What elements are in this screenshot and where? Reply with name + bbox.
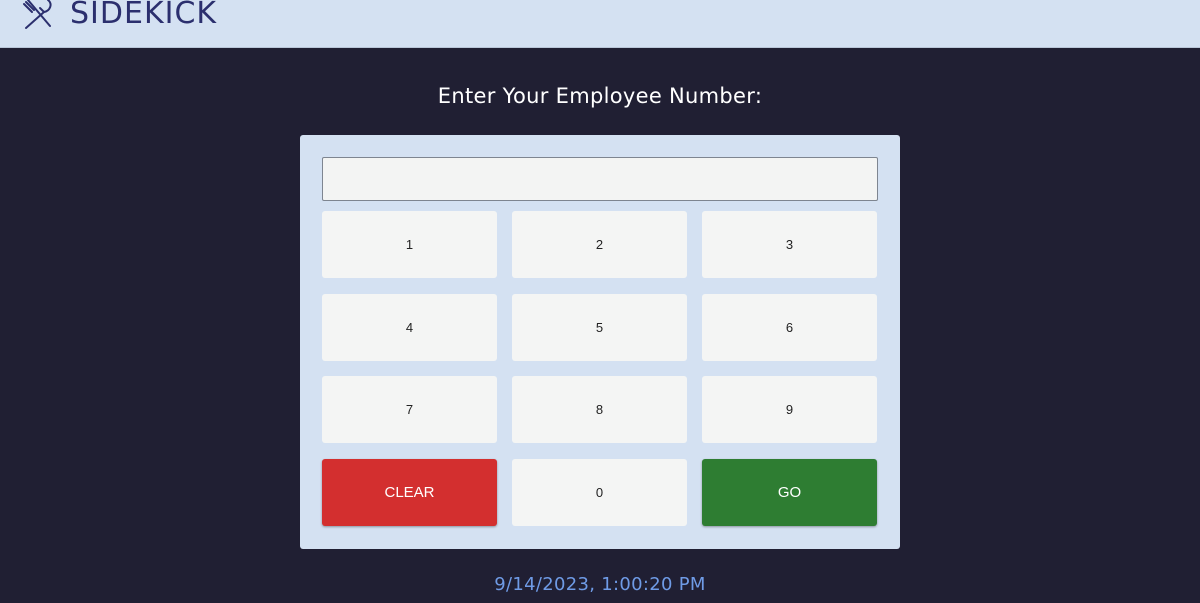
app-logo[interactable]: SIDEKICK [22, 0, 217, 34]
keypad-panel: 1 2 3 4 5 6 7 8 9 CLEAR 0 GO [300, 135, 900, 549]
clear-button[interactable]: CLEAR [322, 459, 497, 526]
utensils-icon [23, 0, 52, 29]
key-5-button[interactable]: 5 [512, 294, 687, 361]
key-8-button[interactable]: 8 [512, 376, 687, 443]
employee-number-prompt: Enter Your Employee Number: [437, 84, 763, 108]
go-button[interactable]: GO [702, 459, 877, 526]
key-3-button[interactable]: 3 [702, 211, 877, 278]
key-1-button[interactable]: 1 [322, 211, 497, 278]
key-2-button[interactable]: 2 [512, 211, 687, 278]
key-0-button[interactable]: 0 [512, 459, 687, 526]
app-header: SIDEKICK [0, 0, 1200, 48]
app-name: SIDEKICK [70, 0, 218, 31]
key-9-button[interactable]: 9 [702, 376, 877, 443]
key-4-button[interactable]: 4 [322, 294, 497, 361]
key-6-button[interactable]: 6 [702, 294, 877, 361]
employee-number-input[interactable] [322, 157, 878, 201]
current-datetime: 9/14/2023, 1:00:20 PM [494, 574, 706, 595]
key-7-button[interactable]: 7 [322, 376, 497, 443]
